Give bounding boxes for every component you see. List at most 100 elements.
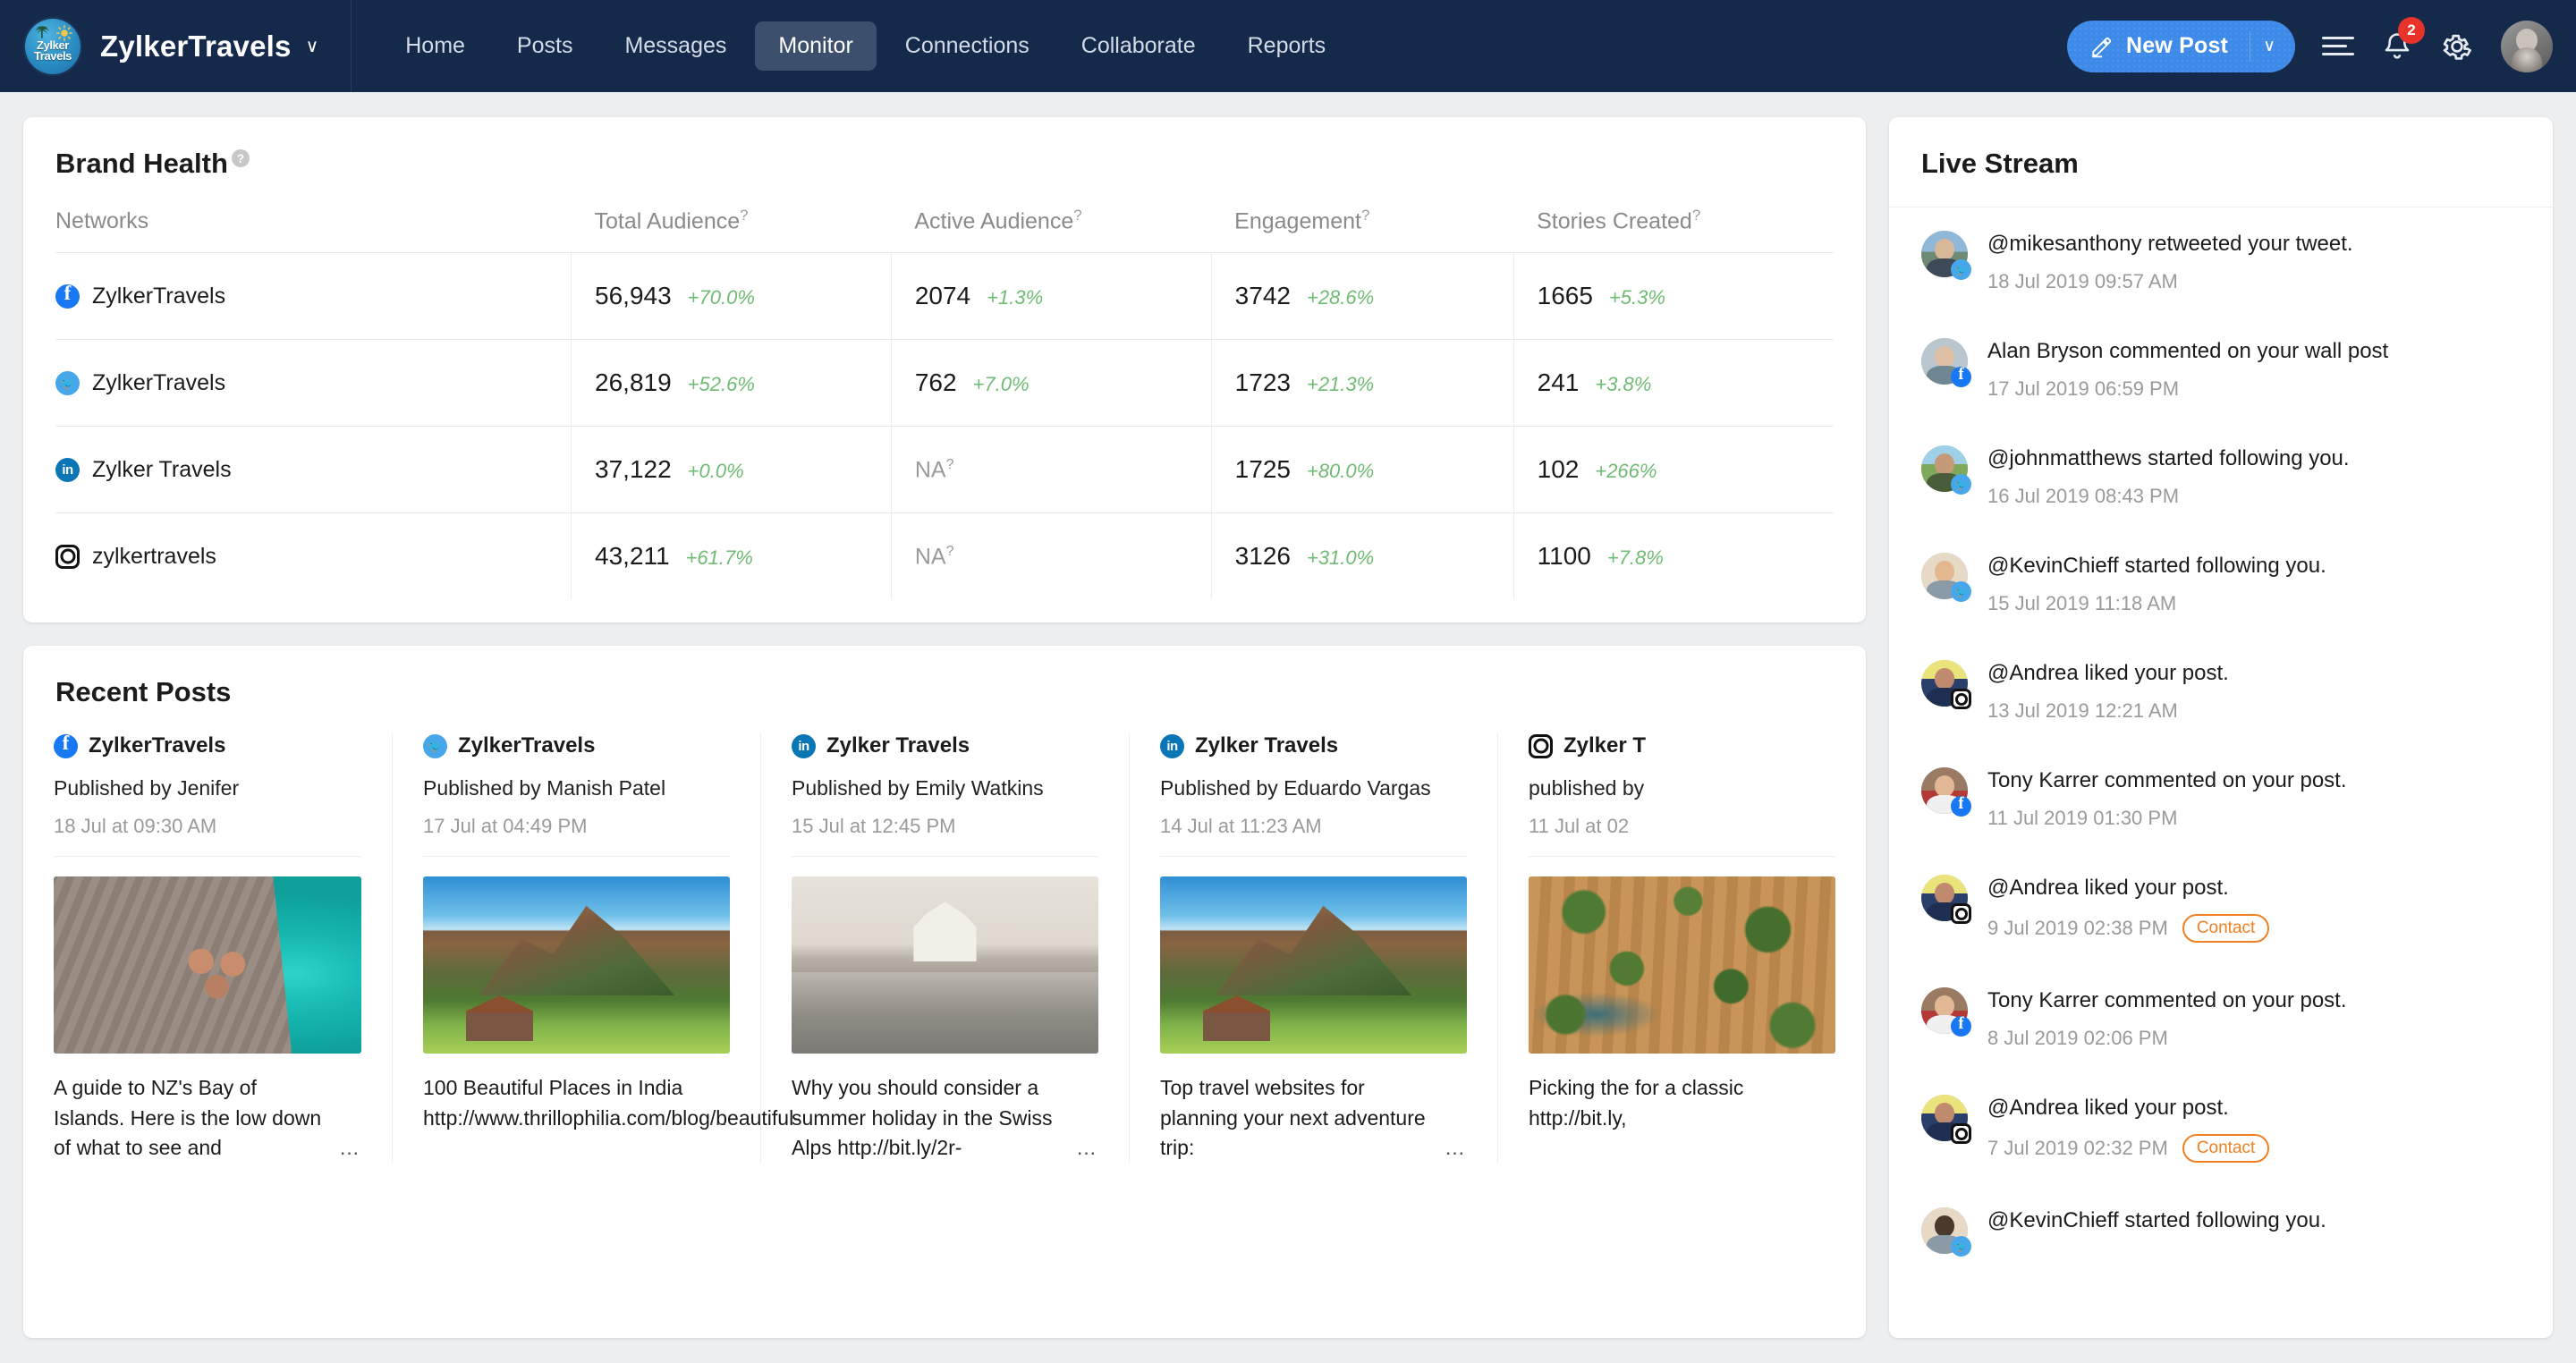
post-author: Published by Eduardo Vargas: [1160, 776, 1467, 800]
post-more-ellipsis[interactable]: …: [708, 1104, 730, 1133]
activity-text: @Andrea liked your post.: [1987, 1095, 2521, 1122]
contact-badge[interactable]: Contact: [2182, 1134, 2269, 1163]
zylker-travels-logo-icon: Zylker Travels: [25, 19, 80, 74]
post-card[interactable]: Zylker Travels Published by Emily Watkin…: [760, 733, 1129, 1163]
table-row[interactable]: Zylker Travels 37,122 +0.0% NA? 1725 +80…: [55, 427, 1834, 513]
nav-item-collaborate[interactable]: Collaborate: [1058, 21, 1219, 71]
contact-badge[interactable]: Contact: [2182, 914, 2269, 943]
post-card[interactable]: ZylkerTravels Published by Jenifer 18 Ju…: [23, 733, 392, 1163]
live-stream-card: Live Stream @mikesanthony retweeted your…: [1889, 117, 2553, 1338]
twitter-icon: [1951, 474, 1971, 495]
activity-timestamp: 9 Jul 2019 02:38 PM: [1987, 917, 2168, 940]
facebook-icon: [1951, 1016, 1971, 1037]
cell-stories-created: 102 +266%: [1513, 427, 1834, 513]
chevron-down-icon[interactable]: ∨: [2263, 36, 2292, 56]
linkedin-icon: [792, 734, 816, 758]
help-icon[interactable]: ?: [1692, 207, 1700, 224]
column-header-stories-created: Stories Created?: [1513, 207, 1834, 253]
post-more-ellipsis[interactable]: …: [339, 1133, 361, 1163]
brand-switcher[interactable]: Zylker Travels ZylkerTravels ∨: [0, 0, 352, 92]
help-icon[interactable]: ?: [740, 207, 748, 224]
top-right-actions: New Post ∨ 2: [2067, 0, 2553, 92]
help-icon[interactable]: ?: [1361, 207, 1369, 224]
post-more-ellipsis[interactable]: …: [1445, 1133, 1467, 1163]
post-card[interactable]: Zylker T published by 11 Jul at 02 Picki…: [1497, 733, 1866, 1163]
table-row[interactable]: ZylkerTravels 26,819 +52.6% 762 +7.0% 17…: [55, 340, 1834, 427]
cell-total-audience: 26,819 +52.6%: [572, 340, 892, 427]
twitter-icon: [1951, 581, 1971, 602]
nav-item-connections[interactable]: Connections: [882, 21, 1053, 71]
list-item[interactable]: @KevinChieff started following you. 15 J…: [1889, 529, 2553, 637]
column-header-total-audience: Total Audience?: [572, 207, 892, 253]
activity-timestamp: 15 Jul 2019 11:18 AM: [1987, 592, 2176, 615]
divider: [792, 856, 1098, 857]
post-card[interactable]: ZylkerTravels Published by Manish Patel …: [392, 733, 760, 1163]
activity-text: @Andrea liked your post.: [1987, 660, 2521, 687]
list-item[interactable]: @KevinChieff started following you.: [1889, 1184, 2553, 1275]
post-text: A guide to NZ's Bay of Islands. Here is …: [54, 1073, 361, 1163]
list-item[interactable]: @Andrea liked your post. 7 Jul 2019 02:3…: [1889, 1071, 2553, 1184]
post-text: Picking the for a classic http://bit.ly,: [1529, 1073, 1835, 1133]
post-thumbnail[interactable]: [1160, 876, 1467, 1054]
help-icon[interactable]: ?: [232, 149, 250, 167]
column-header-networks: Networks: [55, 207, 572, 253]
post-author: Published by Jenifer: [54, 776, 361, 800]
new-post-button[interactable]: New Post ∨: [2067, 21, 2295, 72]
notifications-button[interactable]: 2: [2381, 30, 2413, 63]
live-stream-header: Live Stream: [1889, 117, 2553, 207]
settings-button[interactable]: [2440, 30, 2474, 63]
recent-posts-strip[interactable]: ZylkerTravels Published by Jenifer 18 Ju…: [23, 733, 1866, 1163]
cell-stories-created: 241 +3.8%: [1513, 340, 1834, 427]
gear-icon: [2440, 30, 2474, 63]
list-item[interactable]: @Andrea liked your post. 13 Jul 2019 12:…: [1889, 637, 2553, 744]
cell-network: ZylkerTravels: [55, 253, 572, 340]
brand-health-card: Brand Health ? Networks Total Audience? …: [23, 117, 1866, 622]
list-item[interactable]: Alan Bryson commented on your wall post …: [1889, 315, 2553, 422]
cell-stories-created: 1665 +5.3%: [1513, 253, 1834, 340]
cell-active-audience: NA?: [891, 427, 1211, 513]
live-stream-list[interactable]: @mikesanthony retweeted your tweet. 18 J…: [1889, 207, 2553, 1338]
recent-posts-card: Recent Posts ZylkerTravels Published by …: [23, 646, 1866, 1338]
twitter-icon: [1951, 259, 1971, 280]
post-timestamp: 17 Jul at 04:49 PM: [423, 815, 730, 838]
nav-item-reports[interactable]: Reports: [1224, 21, 1350, 71]
left-column: Brand Health ? Networks Total Audience? …: [23, 117, 1866, 1338]
table-row[interactable]: zylkertravels 43,211 +61.7% NA? 3126 +31…: [55, 513, 1834, 600]
user-avatar[interactable]: [2501, 21, 2553, 72]
post-thumbnail[interactable]: [54, 876, 361, 1054]
help-icon[interactable]: ?: [946, 544, 954, 559]
list-item[interactable]: @mikesanthony retweeted your tweet. 18 J…: [1889, 207, 2553, 315]
list-item[interactable]: @Andrea liked your post. 9 Jul 2019 02:3…: [1889, 851, 2553, 964]
activity-text: @KevinChieff started following you.: [1987, 553, 2521, 580]
cell-engagement: 1725 +80.0%: [1211, 427, 1513, 513]
chevron-down-icon[interactable]: ∨: [306, 35, 319, 57]
post-more-ellipsis[interactable]: …: [1076, 1133, 1098, 1163]
activity-text: @johnmatthews started following you.: [1987, 445, 2521, 472]
nav-item-messages[interactable]: Messages: [601, 21, 750, 71]
post-thumbnail[interactable]: [792, 876, 1098, 1054]
help-icon[interactable]: ?: [1073, 207, 1081, 224]
top-navigation-bar: Zylker Travels ZylkerTravels ∨ Home Post…: [0, 0, 2576, 92]
table-row[interactable]: ZylkerTravels 56,943 +70.0% 2074 +1.3% 3…: [55, 253, 1834, 340]
twitter-icon: [1951, 1236, 1971, 1257]
twitter-icon: [423, 734, 447, 758]
post-text: Why you should consider a summer holiday…: [792, 1073, 1098, 1163]
post-card[interactable]: Zylker Travels Published by Eduardo Varg…: [1129, 733, 1497, 1163]
activity-timestamp: 8 Jul 2019 02:06 PM: [1987, 1027, 2168, 1050]
nav-item-home[interactable]: Home: [382, 21, 488, 71]
list-item[interactable]: @johnmatthews started following you. 16 …: [1889, 422, 2553, 529]
cell-total-audience: 43,211 +61.7%: [572, 513, 892, 600]
list-item[interactable]: Tony Karrer commented on your post. 11 J…: [1889, 744, 2553, 851]
cell-engagement: 3742 +28.6%: [1211, 253, 1513, 340]
list-item[interactable]: Tony Karrer commented on your post. 8 Ju…: [1889, 964, 2553, 1071]
post-thumbnail[interactable]: [1529, 876, 1835, 1054]
activity-timestamp: 16 Jul 2019 08:43 PM: [1987, 485, 2179, 508]
facebook-icon: [54, 734, 78, 758]
activity-text: Alan Bryson commented on your wall post: [1987, 338, 2521, 365]
post-thumbnail[interactable]: [423, 876, 730, 1054]
live-stream-title: Live Stream: [1921, 148, 2521, 180]
help-icon[interactable]: ?: [946, 457, 954, 472]
list-view-button[interactable]: [2322, 31, 2354, 61]
nav-item-posts[interactable]: Posts: [494, 21, 597, 71]
nav-item-monitor[interactable]: Monitor: [755, 21, 876, 71]
